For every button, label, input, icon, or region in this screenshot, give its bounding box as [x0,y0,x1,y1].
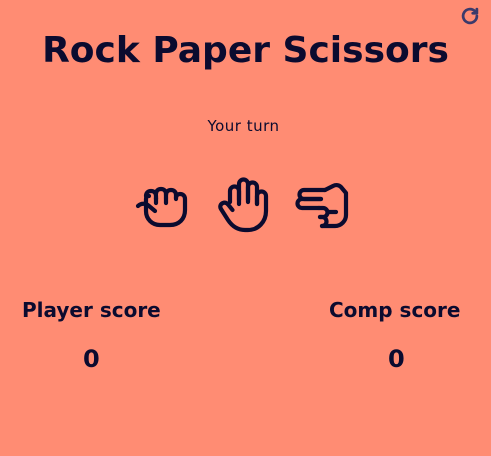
comp-score-label: Comp score [329,298,461,322]
choice-buttons [133,176,358,234]
hand-scissors-icon [295,183,349,229]
page-title: Rock Paper Scissors [42,30,449,71]
player-score-value: 0 [83,345,100,373]
player-score-label: Player score [22,298,161,322]
turn-status: Your turn [207,117,280,135]
hand-paper-icon [218,177,269,233]
redo-icon [461,7,479,25]
paper-button[interactable] [215,176,273,234]
scissors-button[interactable] [295,176,353,234]
comp-score-value: 0 [388,345,405,373]
rock-button[interactable] [133,176,191,234]
hand-rock-icon [135,186,188,228]
